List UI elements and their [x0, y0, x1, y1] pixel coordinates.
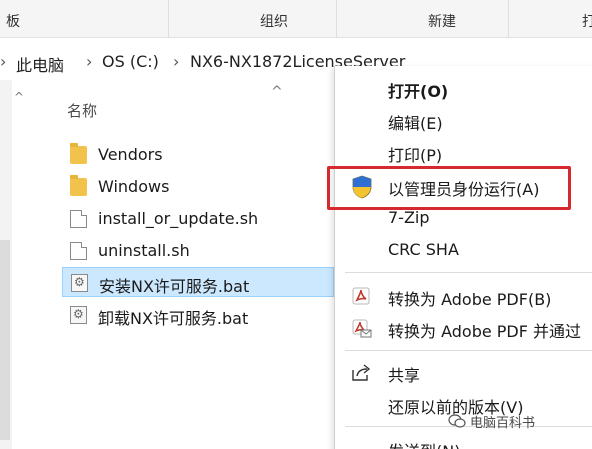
nav-scrollbar-thumb[interactable] [0, 240, 10, 440]
file-name: Windows [98, 177, 170, 196]
menu-item-open[interactable]: 打开(O) [335, 72, 592, 104]
menu-item-label: CRC SHA [388, 240, 459, 259]
batch-file-icon [70, 306, 87, 324]
menu-item-label: 转换为 Adobe PDF 并通过 [388, 322, 582, 341]
menu-item-label: 打印(P) [388, 146, 443, 165]
column-header-name[interactable]: 名称 [67, 100, 97, 121]
file-icon [70, 242, 87, 260]
menu-item-send-to[interactable]: 发送到(N) [335, 432, 592, 449]
adobe-pdf-icon [352, 287, 370, 305]
file-name: 安装NX许可服务.bat [99, 277, 250, 296]
file-row-install-or-update[interactable]: install_or_update.sh [62, 204, 334, 234]
ribbon-divider [168, 0, 169, 38]
breadcrumb-os-drive[interactable]: OS (C:) [102, 52, 159, 71]
scroll-up-icon[interactable]: ^ [14, 90, 24, 104]
ribbon-divider [336, 0, 337, 38]
context-menu: 打开(O) 编辑(E) 打印(P) 以管理员身份运行(A) 7-Zip CRC … [334, 66, 592, 449]
menu-separator [345, 272, 592, 273]
file-name: 卸载NX许可服务.bat [98, 309, 249, 328]
file-name: Vendors [98, 145, 163, 164]
file-icon [70, 210, 87, 228]
menu-separator [345, 426, 592, 427]
adobe-pdf-mail-icon [352, 319, 372, 338]
highlight-box [327, 166, 571, 210]
menu-item-label: 发送到(N) [388, 438, 460, 449]
menu-item-edit[interactable]: 编辑(E) [335, 104, 592, 136]
ribbon-group-open[interactable]: 打 [582, 11, 592, 31]
file-row-windows[interactable]: Windows [62, 172, 334, 202]
menu-item-convert-to-pdf-and-send[interactable]: 转换为 Adobe PDF 并通过 [335, 312, 592, 344]
menu-item-label: 7-Zip [388, 208, 430, 227]
menu-item-share[interactable]: 共享 [335, 356, 592, 388]
folder-icon [70, 175, 87, 196]
menu-item-convert-to-pdf[interactable]: 转换为 Adobe PDF(B) [335, 280, 592, 312]
file-name: uninstall.sh [98, 241, 190, 260]
menu-item-label: 打开(O) [388, 82, 449, 101]
menu-separator [345, 350, 592, 351]
file-row-install-nx-service[interactable]: 安装NX许可服务.bat [62, 267, 334, 297]
navigation-pane [0, 80, 12, 449]
share-icon [352, 364, 371, 381]
file-name: install_or_update.sh [98, 209, 259, 228]
chevron-right-icon[interactable]: › [173, 52, 179, 71]
ribbon-group-organize[interactable]: 组织 [260, 11, 288, 31]
breadcrumb-this-pc[interactable]: 此电脑 [16, 52, 64, 76]
ribbon-group-clipboard[interactable]: 板 [6, 11, 20, 31]
menu-item-label: 转换为 Adobe PDF(B) [388, 290, 552, 309]
chevron-right-icon[interactable]: › [0, 52, 6, 71]
ribbon-divider [508, 0, 509, 38]
wechat-icon [448, 414, 466, 428]
menu-item-label: 共享 [388, 366, 421, 385]
chevron-right-icon[interactable]: › [86, 52, 92, 71]
sort-ascending-icon: ^ [271, 84, 283, 100]
batch-file-icon [71, 274, 88, 292]
file-row-uninstall[interactable]: uninstall.sh [62, 236, 334, 266]
menu-item-crc-sha[interactable]: CRC SHA [335, 234, 592, 266]
watermark-text: 电脑百科书 [470, 416, 536, 431]
menu-item-label: 编辑(E) [388, 114, 443, 133]
file-row-uninstall-nx-service[interactable]: 卸载NX许可服务.bat [62, 300, 334, 330]
folder-icon [70, 143, 87, 164]
menu-item-print[interactable]: 打印(P) [335, 136, 592, 168]
ribbon-group-new[interactable]: 新建 [428, 11, 456, 31]
file-row-vendors[interactable]: Vendors [62, 140, 334, 170]
ribbon: 板 组织 新建 打 [0, 0, 592, 38]
